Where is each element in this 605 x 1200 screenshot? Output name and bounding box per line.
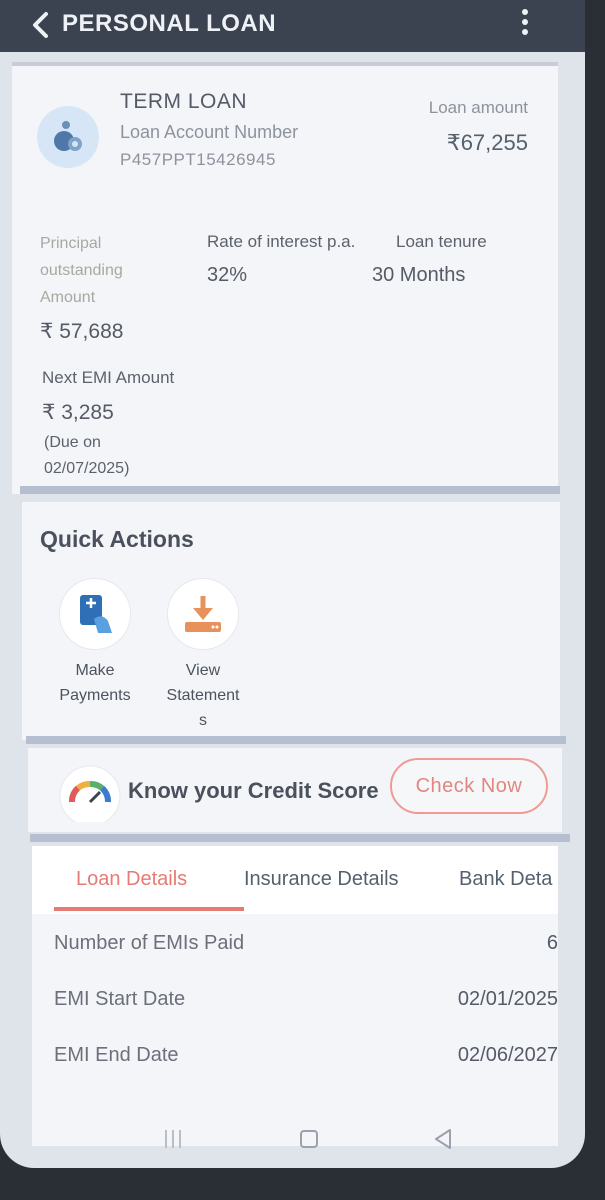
active-tab-indicator [54, 907, 244, 911]
account-number: P457PPT15426945 [120, 150, 276, 169]
detail-row: EMI End Date 02/06/2027 [32, 1044, 558, 1084]
payment-icon [59, 578, 131, 650]
emis-paid-value: 6 [546, 932, 558, 954]
quick-actions-title: Quick Actions [40, 526, 194, 552]
emi-start-label: EMI Start Date [54, 988, 186, 1010]
credit-score-card: Know your Credit Score Check Now [28, 748, 562, 832]
app-header: PERSONAL LOAN [0, 0, 585, 52]
more-vertical-icon [522, 9, 528, 15]
view-statements-label-line2: Statement [166, 687, 240, 704]
interest-rate-value: 32% [207, 264, 248, 286]
detail-row: Number of EMIs Paid 6 [32, 932, 558, 972]
loan-type: TERM LOAN [120, 90, 248, 113]
gauge-icon [54, 762, 126, 827]
detail-row: EMI Start Date 02/01/2025 [32, 988, 558, 1028]
next-emi-label: Next EMI Amount [42, 368, 175, 387]
view-statements-label-line1: View [185, 662, 221, 679]
interest-rate-label: Rate of interest p.a. [207, 232, 356, 251]
next-emi-value: ₹ 3,285 [42, 401, 114, 424]
emi-end-label: EMI End Date [54, 1044, 179, 1066]
download-icon [167, 578, 239, 650]
menu-icon[interactable] [162, 1126, 184, 1152]
tab-loan-details[interactable]: Loan Details [76, 868, 187, 891]
chevron-left-icon [33, 12, 48, 38]
make-payments-button[interactable]: Make Payments [40, 578, 150, 708]
tab-bank-details[interactable]: Bank Deta [459, 868, 552, 891]
credit-score-text: Know your Credit Score [128, 778, 379, 803]
loan-amount-label: Loan amount [428, 98, 528, 117]
money-bag-icon [37, 106, 99, 168]
view-statements-label-line3: s [199, 712, 207, 729]
tab-insurance-details[interactable]: Insurance Details [244, 868, 399, 891]
loan-details-card: Loan Details Insurance Details Bank Deta… [32, 846, 558, 1146]
phone-screen: PERSONAL LOAN TERM LOAN Loan Account Num… [0, 0, 585, 1168]
due-date-value: 02/07/2025) [44, 460, 130, 477]
more-options-button[interactable] [517, 6, 533, 42]
home-icon[interactable] [298, 1126, 320, 1152]
check-now-button[interactable]: Check Now [390, 758, 548, 814]
loan-tenure-label: Loan tenure [396, 232, 487, 251]
emi-end-value: 02/06/2027 [457, 1044, 558, 1066]
loan-tenure-value: 30 Months [372, 264, 466, 286]
section-divider [20, 486, 560, 494]
principal-label: Principal outstanding Amount [40, 235, 123, 306]
section-divider [30, 834, 570, 842]
loan-summary-card: TERM LOAN Loan Account Number P457PPT154… [12, 62, 558, 494]
make-payments-label-line1: Make [75, 662, 115, 679]
view-statements-button[interactable]: View Statement s [148, 578, 258, 733]
quick-actions-card: Quick Actions Make Payments View Stateme… [22, 502, 560, 740]
emis-paid-label: Number of EMIs Paid [54, 932, 245, 954]
emi-start-value: 02/01/2025 [457, 988, 558, 1010]
make-payments-label-line2: Payments [59, 687, 131, 704]
due-date-label: (Due on [44, 434, 101, 451]
details-tabs: Loan Details Insurance Details Bank Deta [32, 846, 558, 914]
account-number-label: Loan Account Number [120, 122, 299, 142]
back-icon[interactable] [432, 1126, 454, 1152]
principal-value: ₹ 57,688 [40, 320, 124, 343]
system-nav-bar [0, 1120, 585, 1168]
back-button[interactable] [28, 10, 56, 40]
loan-amount-value: ₹67,255 [446, 130, 528, 155]
section-divider [26, 736, 566, 744]
page-title: PERSONAL LOAN [62, 10, 277, 37]
